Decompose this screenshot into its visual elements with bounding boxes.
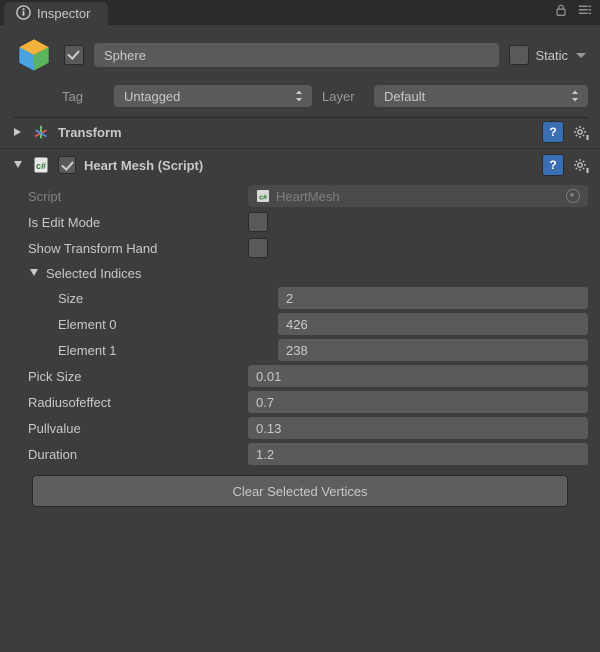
help-button[interactable]: ? — [542, 154, 564, 176]
gameobject-header: Sphere Static Tag Untagged Layer Default — [0, 25, 600, 118]
property-label: Script — [12, 189, 248, 204]
property-label: Element 0 — [12, 317, 278, 332]
foldout-icon — [12, 159, 24, 171]
updown-icon — [294, 89, 304, 103]
property-row-duration: Duration 1.2 — [12, 441, 588, 467]
property-label: Element 1 — [12, 343, 278, 358]
static-group: Static — [509, 45, 588, 65]
transform-axes-icon — [32, 123, 50, 141]
gameobject-name-text: Sphere — [104, 48, 146, 63]
svg-text:c#: c# — [36, 161, 46, 171]
property-label: Show Transform Hand — [12, 241, 248, 256]
lock-icon[interactable] — [554, 3, 568, 17]
property-label: Pick Size — [12, 369, 248, 384]
property-label: Size — [12, 291, 278, 306]
script-icon: c# — [32, 156, 50, 174]
radius-field[interactable]: 0.7 — [248, 391, 588, 413]
picksize-field[interactable]: 0.01 — [248, 365, 588, 387]
component-title: Transform — [58, 125, 534, 140]
duration-field[interactable]: 1.2 — [248, 443, 588, 465]
property-row-script: Script c# HeartMesh — [12, 183, 588, 209]
object-picker-icon[interactable] — [566, 189, 580, 203]
info-icon — [16, 5, 31, 23]
property-row-picksize: Pick Size 0.01 — [12, 363, 588, 389]
tab-strip: Inspector — [0, 0, 600, 25]
gameobject-icon[interactable] — [14, 35, 54, 75]
showhandle-checkbox[interactable] — [248, 238, 268, 258]
tab-inspector[interactable]: Inspector — [4, 2, 108, 25]
static-label: Static — [535, 48, 568, 63]
iseditmode-checkbox[interactable] — [248, 212, 268, 232]
script-icon: c# — [256, 189, 270, 203]
script-name: HeartMesh — [276, 189, 340, 204]
svg-text:c#: c# — [259, 195, 267, 202]
component-title: Heart Mesh (Script) — [84, 158, 534, 173]
property-row-showhandle: Show Transform Hand — [12, 235, 588, 261]
layer-label: Layer — [322, 89, 364, 104]
size-field[interactable]: 2 — [278, 287, 588, 309]
property-row-size: Size 2 — [12, 285, 588, 311]
help-button[interactable]: ? — [542, 121, 564, 143]
property-label: Pullvalue — [12, 421, 248, 436]
property-label: Selected Indices — [46, 266, 141, 281]
tag-dropdown[interactable]: Untagged — [114, 85, 312, 107]
property-label: Duration — [12, 447, 248, 462]
tab-title: Inspector — [37, 6, 90, 21]
gameobject-enabled-checkbox[interactable] — [64, 45, 84, 65]
component-header-heartmesh[interactable]: c# Heart Mesh (Script) ? — [0, 151, 600, 179]
property-row-element0: Element 0 426 — [12, 311, 588, 337]
layer-dropdown[interactable]: Default — [374, 85, 588, 107]
foldout-icon — [28, 267, 40, 279]
gear-icon[interactable] — [572, 156, 590, 174]
element1-field[interactable]: 238 — [278, 339, 588, 361]
heartmesh-properties: Script c# HeartMesh Is Edit Mode Show Tr… — [0, 179, 600, 519]
inspector-window: Inspector Sphere — [0, 0, 600, 652]
updown-icon — [570, 89, 580, 103]
tag-value: Untagged — [124, 89, 180, 104]
property-row-iseditmode: Is Edit Mode — [12, 209, 588, 235]
static-checkbox[interactable] — [509, 45, 529, 65]
property-row-element1: Element 1 238 — [12, 337, 588, 363]
property-label: Radiusofeffect — [12, 395, 248, 410]
tag-label: Tag — [62, 89, 104, 104]
gameobject-name-field[interactable]: Sphere — [94, 43, 499, 67]
layer-value: Default — [384, 89, 425, 104]
element0-field[interactable]: 426 — [278, 313, 588, 335]
selected-indices-foldout[interactable]: Selected Indices — [12, 261, 588, 285]
script-object-field[interactable]: c# HeartMesh — [248, 185, 588, 207]
gear-icon[interactable] — [572, 123, 590, 141]
component-enabled-checkbox[interactable] — [58, 156, 76, 174]
foldout-icon — [12, 126, 24, 138]
property-row-radius: Radiusofeffect 0.7 — [12, 389, 588, 415]
property-row-pull: Pullvalue 0.13 — [12, 415, 588, 441]
button-label: Clear Selected Vertices — [232, 484, 367, 499]
panel-menu-icon[interactable] — [578, 3, 592, 17]
static-dropdown-icon[interactable] — [574, 48, 588, 62]
component-header-transform[interactable]: Transform ? — [0, 118, 600, 146]
clear-selected-vertices-button[interactable]: Clear Selected Vertices — [32, 475, 568, 507]
pull-field[interactable]: 0.13 — [248, 417, 588, 439]
property-label: Is Edit Mode — [12, 215, 248, 230]
